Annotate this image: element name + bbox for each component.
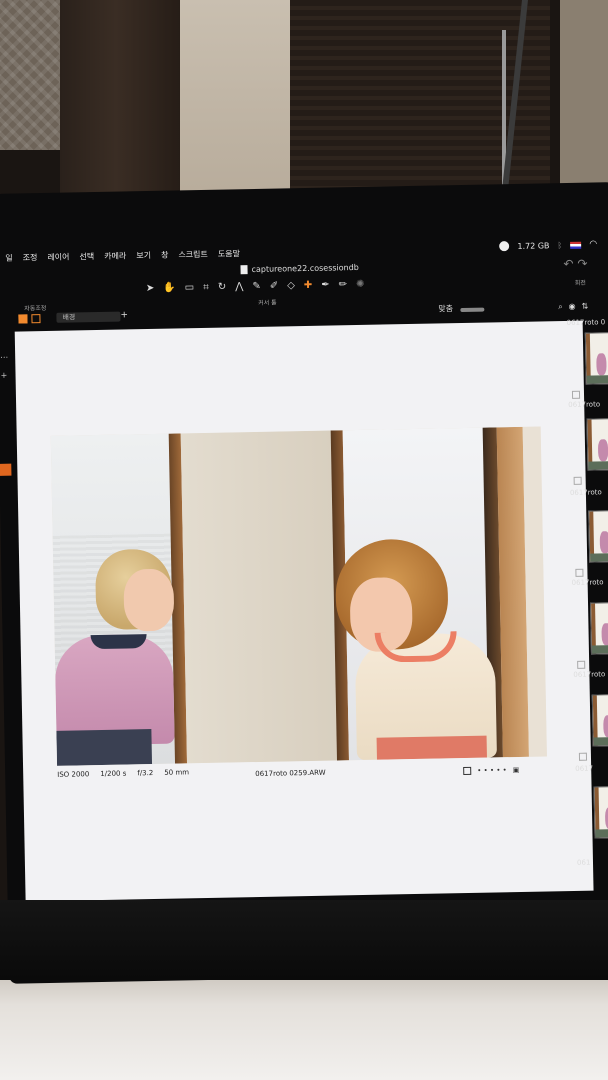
bluetooth-icon[interactable]: ᛒ [557,241,562,250]
rotate-icon[interactable]: ↻ [218,282,227,300]
loupe-icon[interactable]: ▭ [185,282,195,300]
menu-item-camera[interactable]: 카메라 [104,250,126,261]
clone-icon[interactable]: ✒ [321,280,330,298]
image-filename: 0617roto 0259.ARW [255,768,326,779]
menu-item-help[interactable]: 도움말 [218,248,240,259]
redo-icon[interactable]: ↷ [577,256,591,270]
add-icon[interactable]: + [120,310,128,320]
crop-icon[interactable]: ⌗ [203,282,209,300]
image-viewer[interactable]: ISO 2000 1/200 s f/3.2 50 mm 0617roto 02… [14,320,594,902]
boy-shorts [376,735,487,760]
left-panel-edge: ⋯ + [0,349,9,385]
menu-item-edit[interactable]: 일 [5,252,13,263]
thumbnail[interactable] [591,694,608,747]
menu-item-view[interactable]: 보기 [136,249,151,260]
rotate-label[interactable]: 회전 [575,278,586,287]
heal-icon[interactable]: ✚ [304,280,313,298]
thumb-checkbox[interactable] [571,390,581,399]
thumb-label: 0617roto [571,578,604,587]
fit-zoom-label[interactable]: 맞춤 [438,303,453,314]
thumb-checkbox[interactable] [575,568,584,577]
document-icon [240,265,248,275]
thumb-checkbox[interactable] [573,476,582,485]
brush-icon[interactable]: ✐ [270,281,279,299]
keystone-icon[interactable]: ⋀ [235,281,244,299]
girl-collar [90,634,147,650]
thumb-label: 0617 [575,764,594,773]
wifi-icon[interactable]: ◠ [589,239,597,249]
grid-view-icon[interactable] [18,314,28,324]
select-checkbox[interactable] [463,766,472,776]
zoom-slider[interactable] [460,307,485,313]
menu-item-script[interactable]: 스크립트 [178,248,208,260]
thumbnail[interactable] [590,602,608,655]
cursor-tools-caption: 커서 툴 [258,299,277,307]
menu-item-window[interactable]: 창 [161,249,169,260]
monitor-screen: 일 조정 레이어 선택 카메라 보기 창 스크립트 도움말 1.72 GB ᛒ … [0,182,608,984]
girl-skirt [56,729,153,766]
exif-shutter: 1/200 s [100,769,127,779]
menu-item-adjust[interactable]: 조정 [23,252,38,263]
monitor-bottom-bezel [0,900,608,980]
girl-face [123,568,175,632]
thumb-label: 061 [576,858,591,867]
sort-icon[interactable]: ⇅ [582,301,595,310]
thumb-checkbox[interactable] [577,660,586,669]
menubar-status: 1.72 GB ᛒ ◠ [499,239,597,252]
photo-preview[interactable] [50,426,547,766]
thumbnail[interactable] [586,418,608,471]
select-cursor-icon[interactable]: ➤ [146,283,155,301]
exif-iso: ISO 2000 [57,770,90,779]
menu-item-select[interactable]: 선택 [79,251,94,262]
search-icon[interactable]: ⌕ [558,302,569,311]
thumb-label: 0617roto 0 [566,318,606,327]
memory-readout: 1.72 GB [517,240,550,251]
color-tag-icon[interactable]: ▣ [513,766,520,774]
undo-redo-group: ↶↷ [563,256,591,271]
add-panel-icon[interactable]: + [0,367,8,385]
thumb-label: 0617roto [573,670,606,679]
thumb-label: 0617roto [569,488,602,497]
single-view-icon[interactable] [31,314,41,324]
creative-cloud-icon[interactable] [499,241,510,252]
exif-info: ISO 2000 1/200 s f/3.2 50 mm [57,768,189,779]
cursor-toolbar: ➤ ✋ ▭ ⌗ ↻ ⋀ ✎ ✐ ◇ ✚ ✒ ✏ ✺ [146,279,365,301]
exif-aperture: f/3.2 [137,769,154,778]
more-icon[interactable]: ⋯ [0,349,8,367]
wooden-beam [60,0,200,215]
color-picker-icon[interactable]: ✎ [252,281,261,299]
thumb-label: 0617roto [568,400,601,409]
annotate-icon[interactable]: ✏ [339,279,348,297]
eye-icon[interactable]: ◉ [569,302,582,311]
view-mode-toggle [18,314,41,324]
eraser-icon[interactable]: ◇ [287,280,295,298]
pan-icon[interactable]: ✋ [163,282,176,300]
thumbnail[interactable] [584,332,608,385]
document-title: captureone22.cosessiondb [240,262,359,275]
thumbnail[interactable] [593,786,608,839]
left-panel-badge[interactable] [0,463,12,476]
undo-icon[interactable]: ↶ [563,257,577,271]
exif-focal-length: 50 mm [164,768,190,777]
input-source-flag-icon[interactable] [570,241,582,249]
thumbnail[interactable] [588,510,608,563]
rating-controls: • • • • • ▣ [463,766,520,776]
menu-item-layer[interactable]: 레이어 [47,251,69,262]
settings-icon[interactable]: ✺ [356,279,365,297]
right-wall [560,0,608,200]
right-tools: ⌕◉⇅ [558,301,594,312]
light-wall [180,0,292,210]
auto-adjust-label[interactable]: 자동조정 [24,303,46,312]
background-select[interactable]: 배경 [56,311,121,323]
thumb-checkbox[interactable] [578,752,588,761]
photo-middle-wall [180,430,337,764]
session-filename: captureone22.cosessiondb [251,262,359,275]
star-rating[interactable]: • • • • • [477,766,507,775]
